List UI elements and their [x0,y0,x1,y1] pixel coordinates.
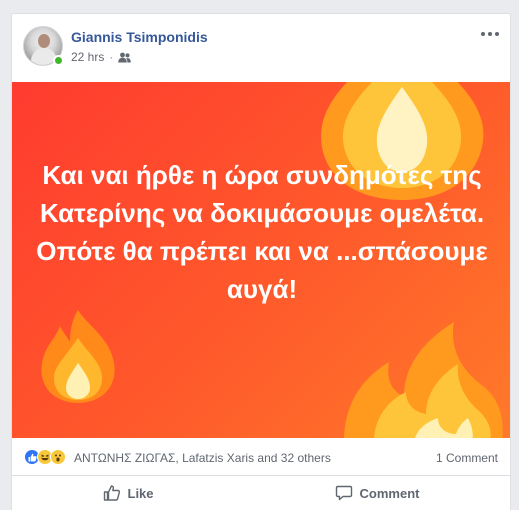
reactions-bar: ΑΝΤΩΝΗΣ ΖΙΩΓΑΣ, Lafatzis Xaris and 32 ot… [12,438,510,476]
author-avatar[interactable] [23,26,64,66]
post-body-text: Και ναι ήρθε η ώρα συνδημότες της Κατερί… [36,160,488,304]
author-name[interactable]: Giannis Tsimponidis [71,29,208,45]
fire-icon [41,310,115,403]
post-background: Και ναι ήρθε η ώρα συνδημότες της Κατερί… [12,82,510,438]
post-meta: 22 hrs · [71,50,132,64]
online-status-dot [53,55,64,66]
fire-icon [344,322,503,438]
post-timestamp[interactable]: 22 hrs [71,50,104,64]
post-card: Giannis Tsimponidis 22 hrs · Και ναι ήρθ… [11,13,511,510]
action-bar: Like Comment [12,476,510,510]
comment-count[interactable]: 1 Comment [436,451,498,465]
meta-separator: · [109,50,114,64]
thumbs-up-icon [103,485,120,501]
friends-icon[interactable] [118,52,132,63]
like-button-label: Like [127,485,154,501]
like-button[interactable]: Like [83,478,174,508]
wow-reaction-icon[interactable] [50,449,66,465]
comment-icon [335,485,352,501]
comment-button-label: Comment [359,485,420,501]
post-header: Giannis Tsimponidis 22 hrs · [12,14,510,82]
reaction-icons[interactable] [24,449,66,465]
reaction-names[interactable]: ΑΝΤΩΝΗΣ ΖΙΩΓΑΣ, Lafatzis Xaris and 32 ot… [74,451,331,465]
comment-button[interactable]: Comment [315,478,440,508]
more-options-button[interactable] [480,28,500,40]
